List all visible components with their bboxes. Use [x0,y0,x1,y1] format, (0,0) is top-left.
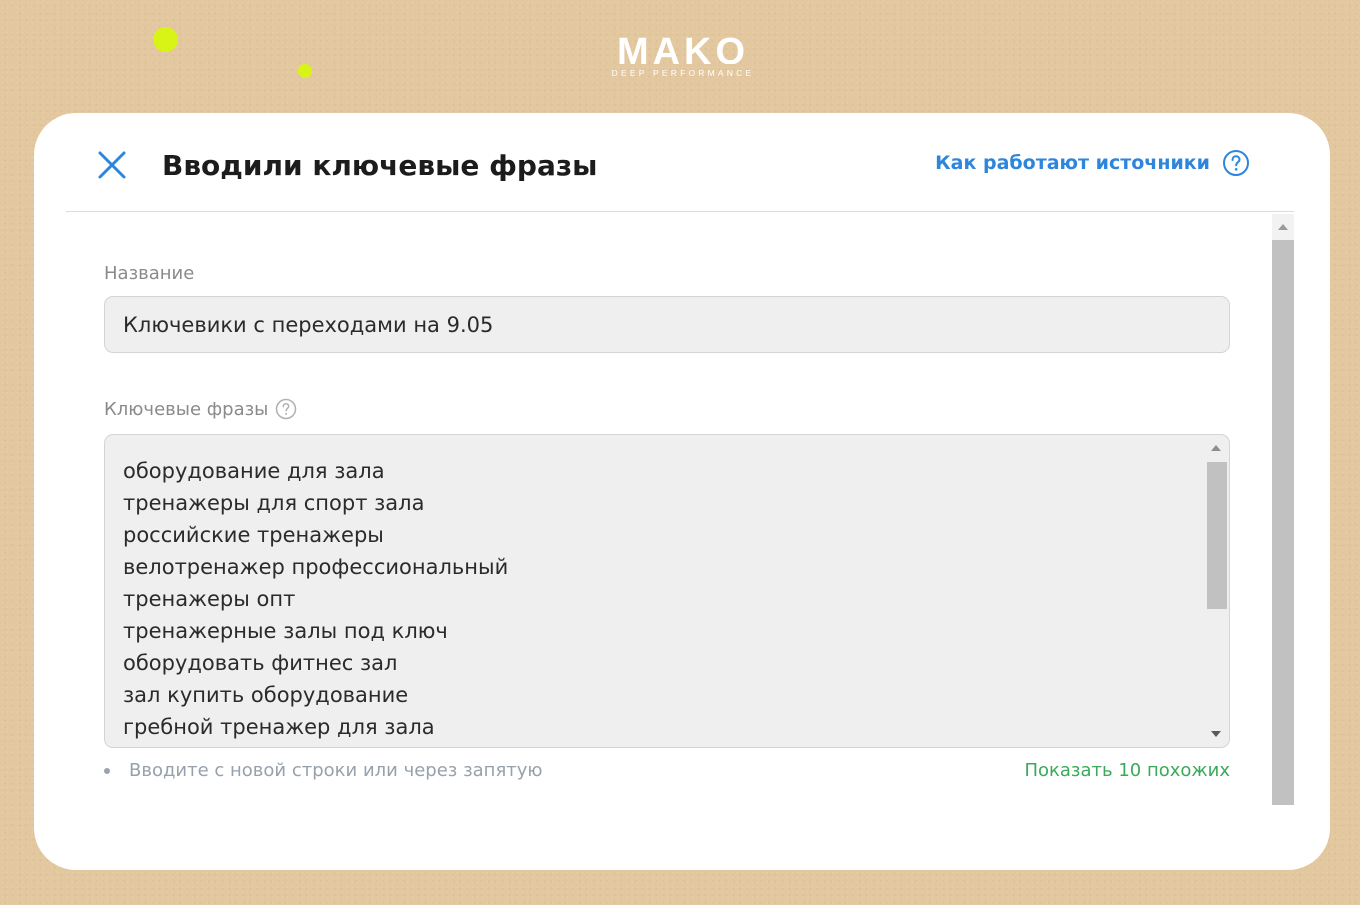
phrase-line: оборудование для зала [123,459,385,483]
phrases-label: Ключевые фразы [104,398,269,420]
input-hint: Вводите с новой строки или через запятую [104,760,543,781]
help-link-label: Как работают источники [935,152,1210,174]
header-divider [66,211,1294,212]
bullet-icon [104,767,110,774]
phrase-line: российские тренажеры [123,523,384,547]
scroll-up-arrow-icon[interactable] [1278,224,1288,230]
name-label: Название [104,263,195,284]
phrase-line: гребной тренажер для зала [123,715,435,739]
phrase-line: тренажерные залы под ключ [123,619,448,643]
brand-logo: MAKO DEEP PERFORMANCE [600,34,766,78]
how-sources-work-link[interactable]: Как работают источники [935,149,1250,177]
sources-modal: Вводили ключевые фразы Как работают исто… [34,113,1330,870]
close-button[interactable] [96,149,128,181]
close-icon [98,151,126,179]
name-input[interactable] [104,296,1230,353]
phrases-scrollbar[interactable] [1203,435,1229,747]
question-circle-icon [1223,150,1249,176]
phrase-line: велотренажер профессиональный [123,555,509,579]
phrase-line: тренажеры для спорт зала [123,491,425,515]
decorative-dot-small [298,64,312,78]
scroll-up-arrow-icon[interactable] [1211,445,1221,451]
phrase-line: тренажеры опт [123,587,296,611]
show-similar-link[interactable]: Показать 10 похожих [1024,760,1230,781]
phrases-list: оборудование для зала тренажеры для спорт… [123,455,508,743]
modal-title: Вводили ключевые фразы [162,149,598,182]
decorative-dot-large [153,27,178,52]
brand-tagline: DEEP PERFORMANCE [611,68,755,78]
scrollbar-thumb[interactable] [1272,240,1294,805]
phrases-label-row: Ключевые фразы [104,398,297,420]
phrase-line: оборудовать фитнес зал [123,651,398,675]
scroll-down-arrow-icon[interactable] [1211,731,1221,737]
phrases-scrollbar-thumb[interactable] [1207,462,1227,609]
modal-header: Вводили ключевые фразы Как работают исто… [34,113,1330,212]
question-circle-icon[interactable] [275,398,297,420]
brand-name: MAKO [616,34,750,64]
phrase-line: зал купить оборудование [123,683,409,707]
phrases-textarea[interactable]: оборудование для зала тренажеры для спорт… [104,434,1230,748]
hint-text: Вводите с новой строки или через запятую [129,760,543,781]
modal-scrollbar[interactable] [1272,214,1294,805]
